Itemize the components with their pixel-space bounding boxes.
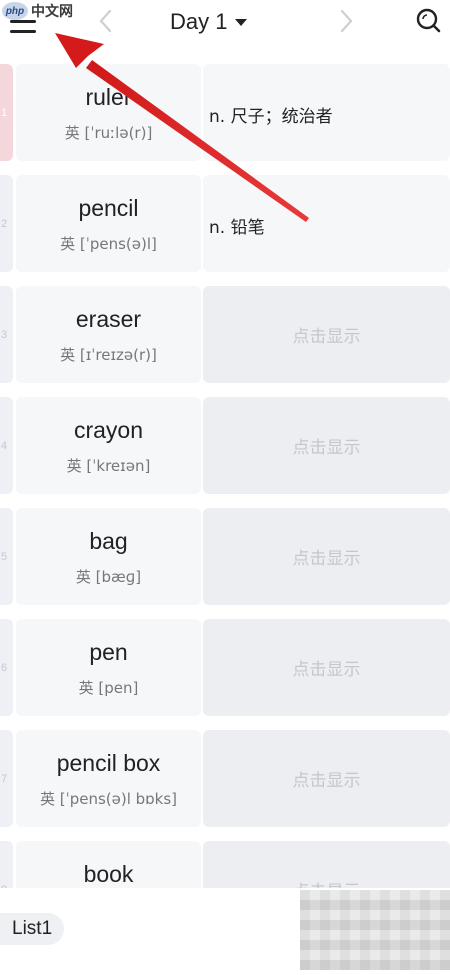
- list-item[interactable]: 6 pen 英 [pen] 点击显示: [0, 619, 450, 716]
- phonetic-text: 英 [ɪˈreɪzə(r)]: [60, 346, 157, 364]
- list-item[interactable]: 1 ruler 英 [ˈruːlə(r)] n. 尺子；统治者: [0, 64, 450, 161]
- word-card[interactable]: bag 英 [bæɡ]: [16, 508, 201, 605]
- list-item[interactable]: 7 pencil box 英 [ˈpens(ə)l bɒks] 点击显示: [0, 730, 450, 827]
- tap-to-reveal[interactable]: 点击显示: [203, 730, 450, 827]
- list-selector[interactable]: List1: [0, 913, 65, 945]
- row-number: 5: [0, 508, 13, 605]
- word-text: eraser: [75, 306, 142, 332]
- phonetic-text: 英 [ˈkreɪən]: [66, 457, 151, 475]
- row-number: 7: [0, 730, 13, 827]
- phonetic-text: 英 [bæɡ]: [75, 568, 142, 586]
- list-item[interactable]: 5 bag 英 [bæɡ] 点击显示: [0, 508, 450, 605]
- definition-card[interactable]: 点击显示: [203, 619, 450, 716]
- watermark-text: 中文网: [31, 4, 73, 20]
- list-item[interactable]: 4 crayon 英 [ˈkreɪən] 点击显示: [0, 397, 450, 494]
- word-text: pencil: [78, 195, 139, 221]
- phonetic-text: 英 [ˈruːlə(r)]: [64, 124, 153, 142]
- row-number: 1: [0, 64, 13, 161]
- phonetic-text: 英 [pen]: [78, 679, 139, 697]
- tap-to-reveal[interactable]: 点击显示: [203, 619, 450, 716]
- word-text: pen: [89, 639, 128, 665]
- row-number: 2: [0, 175, 13, 272]
- chevron-left-icon[interactable]: [96, 6, 116, 36]
- row-number: 4: [0, 397, 13, 494]
- word-text: ruler: [85, 84, 132, 110]
- search-icon[interactable]: [414, 6, 442, 34]
- blurred-qr-image: [300, 890, 450, 970]
- row-number: 6: [0, 619, 13, 716]
- watermark: php 中文网: [2, 0, 73, 22]
- definition-text: n. 铅笔: [209, 218, 265, 238]
- word-text: bag: [89, 528, 128, 554]
- row-number: 3: [0, 286, 13, 383]
- caret-down-icon: [235, 18, 248, 26]
- word-card[interactable]: crayon 英 [ˈkreɪən]: [16, 397, 201, 494]
- list-item[interactable]: 2 pencil 英 [ˈpens(ə)l] n. 铅笔: [0, 175, 450, 272]
- tap-to-reveal[interactable]: 点击显示: [203, 286, 450, 383]
- chevron-right-icon[interactable]: [336, 6, 356, 36]
- tap-to-reveal[interactable]: 点击显示: [203, 508, 450, 605]
- word-card[interactable]: ruler 英 [ˈruːlə(r)]: [16, 64, 201, 161]
- list-item[interactable]: 3 eraser 英 [ɪˈreɪzə(r)] 点击显示: [0, 286, 450, 383]
- word-card[interactable]: pencil 英 [ˈpens(ə)l]: [16, 175, 201, 272]
- phonetic-text: 英 [ˈpens(ə)l bɒks]: [39, 790, 178, 808]
- definition-text: n. 尺子；统治者: [209, 107, 333, 127]
- word-text: crayon: [73, 417, 144, 443]
- word-text: book: [83, 861, 134, 887]
- definition-card[interactable]: 点击显示: [203, 730, 450, 827]
- definition-card[interactable]: 点击显示: [203, 397, 450, 494]
- word-card[interactable]: pen 英 [pen]: [16, 619, 201, 716]
- day-selector[interactable]: Day 1: [170, 6, 248, 38]
- definition-card[interactable]: n. 尺子；统治者: [203, 64, 450, 161]
- word-card[interactable]: eraser 英 [ɪˈreɪzə(r)]: [16, 286, 201, 383]
- phonetic-text: 英 [ˈpens(ə)l]: [60, 235, 157, 253]
- tap-to-reveal[interactable]: 点击显示: [203, 397, 450, 494]
- bottom-bar: List1: [0, 888, 450, 975]
- definition-card[interactable]: 点击显示: [203, 286, 450, 383]
- word-text: pencil box: [56, 750, 161, 776]
- watermark-logo: php: [2, 2, 28, 20]
- definition-card[interactable]: 点击显示: [203, 508, 450, 605]
- page-title: Day 1: [170, 9, 228, 34]
- word-card[interactable]: pencil box 英 [ˈpens(ə)l bɒks]: [16, 730, 201, 827]
- definition-card[interactable]: n. 铅笔: [203, 175, 450, 272]
